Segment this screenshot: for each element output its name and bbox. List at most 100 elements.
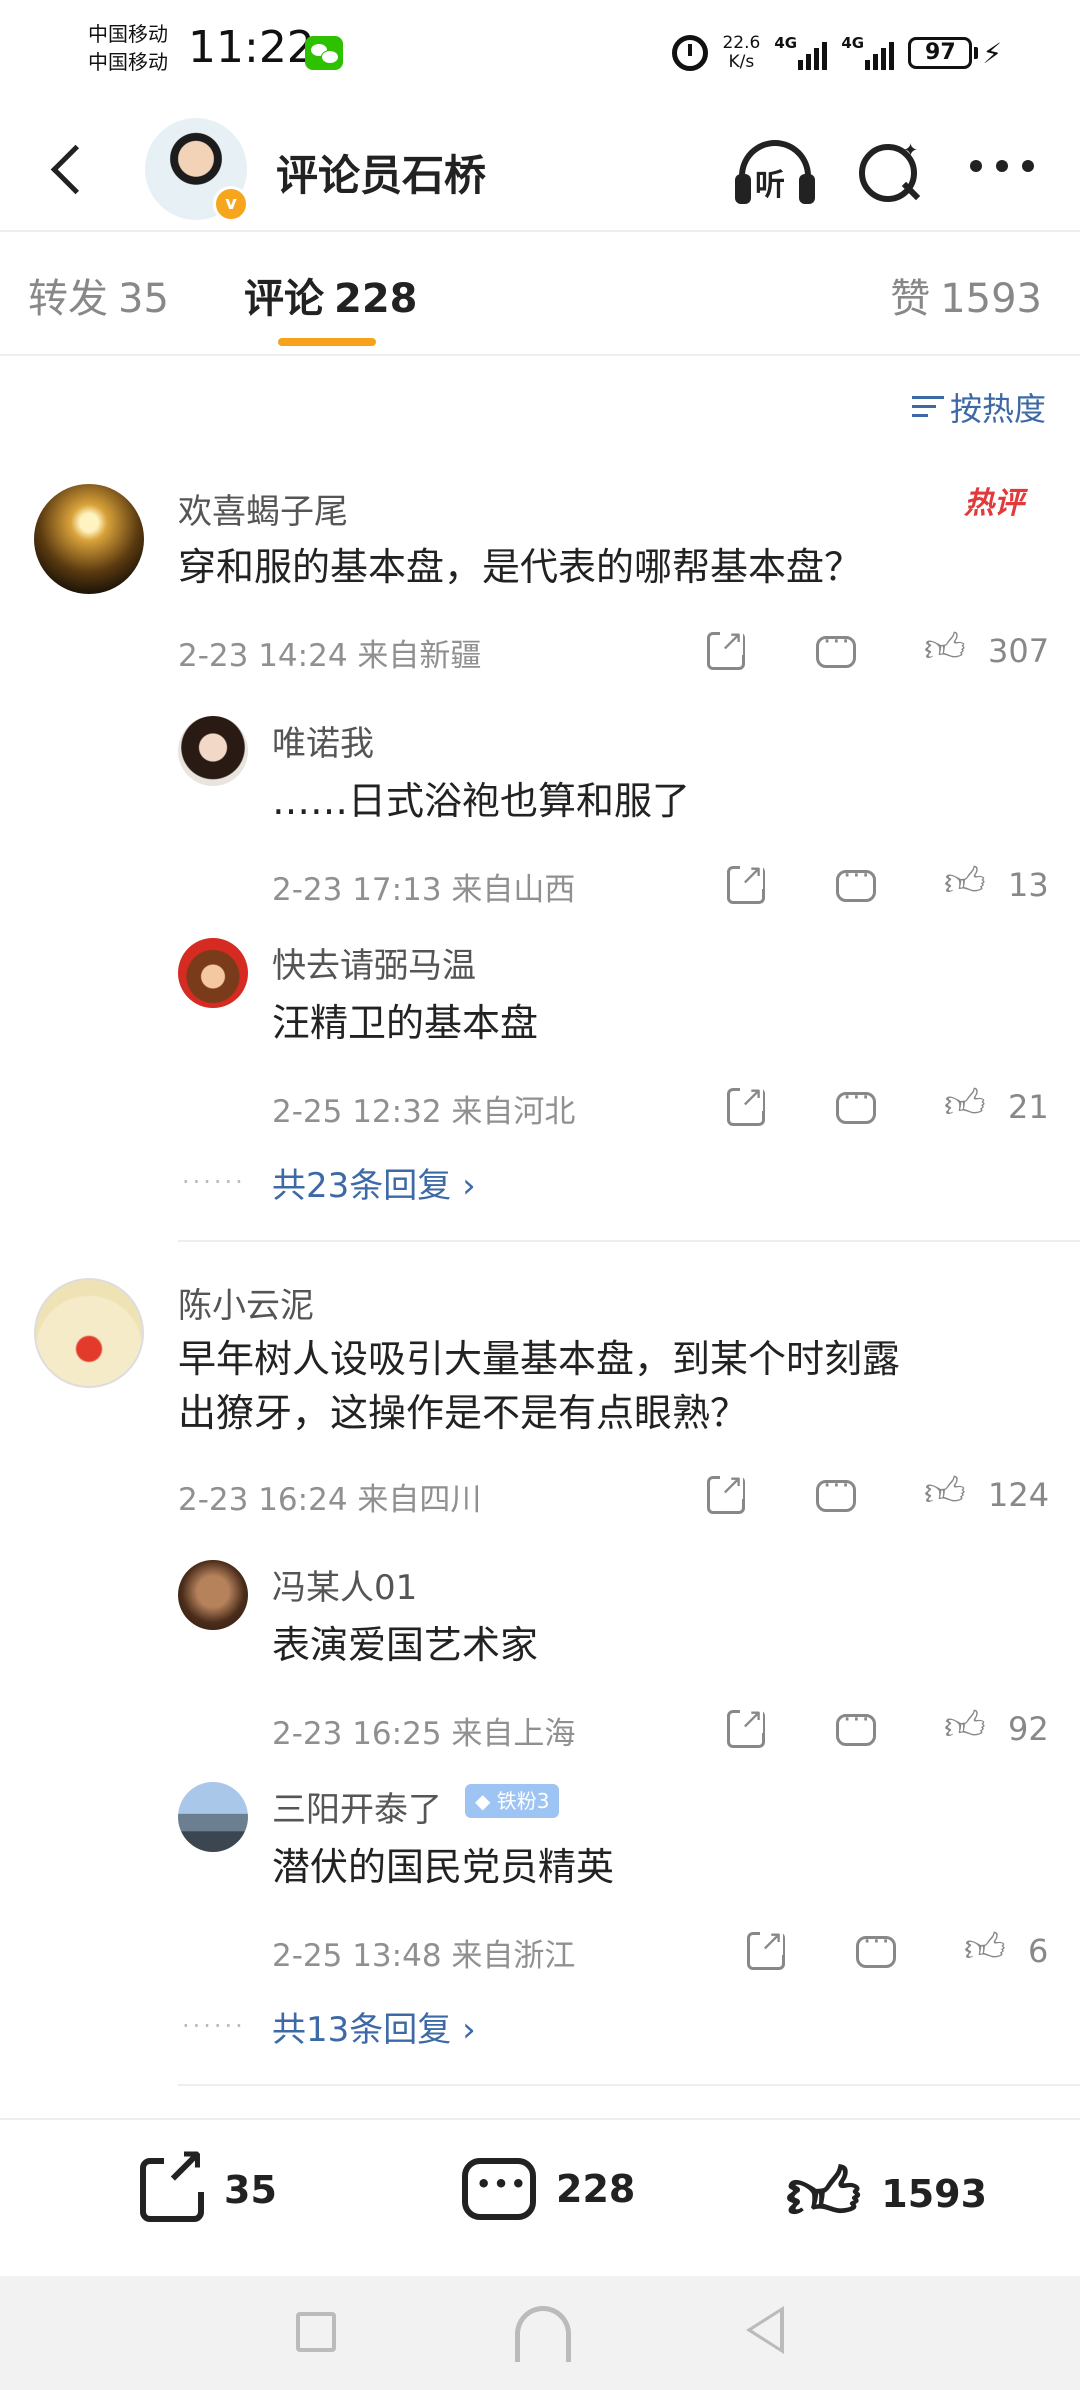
reply-meta: 2-25 12:32 来自河北 [272,1094,576,1130]
share-icon [140,2142,206,2222]
reply-username[interactable]: 唯诺我 [272,716,374,765]
reply-username[interactable]: 冯某人01 [272,1560,417,1609]
like-icon[interactable]: 👍︎ [944,858,986,906]
reply-text: ……日式浴袍也算和服了 [272,779,691,823]
more-replies-label: 共23条回复 [272,1166,452,1206]
fan-level-badge: ◆ 铁粉3 [465,1784,560,1818]
sort-label: 按热度 [949,390,1046,428]
tab-comments[interactable]: 评论 228 [244,266,418,324]
net-speed-value: 22.6 [722,33,761,53]
comment-meta: 2-23 14:24 来自新疆 [178,638,482,674]
tab-comments-count: 228 [334,276,418,322]
sort-icon [911,394,944,420]
reply-text: 潜伏的国民党员精英 [272,1845,615,1889]
like-count: 92 [1008,1710,1049,1748]
carrier-2: 中国移动 [88,50,168,74]
tab-repost-count: 35 [118,276,169,322]
more-options-icon[interactable] [970,160,1034,180]
more-replies-link[interactable]: 共23条回复 › [272,1158,476,1207]
tab-repost[interactable]: 转发 35 [28,266,169,324]
signal-1-label: 4G [774,34,798,52]
recent-apps-icon[interactable] [296,2312,336,2352]
back-button[interactable] [40,138,100,198]
reply-text: 汪精卫的基本盘 [272,1001,539,1045]
author-name[interactable]: 评论员石桥 [276,142,486,203]
top-header: v 评论员石桥 听 ✦ [0,110,1080,230]
like-icon[interactable]: 👍︎ [944,1080,986,1128]
comment-count: 228 [556,2167,636,2211]
like-icon[interactable]: 👍︎ [944,1702,986,1750]
like-count: 1593 [881,2172,988,2216]
battery-icon: 97 ⚡ [908,37,1002,70]
like-count: 124 [988,1476,1050,1514]
comment-text-line-1: 早年树人设吸引大量基本盘，到某个时刻露 [178,1337,901,1381]
wechat-notification-icon [305,36,343,70]
repost-button[interactable]: 35 [140,2142,277,2222]
comment-username[interactable]: 欢喜蝎子尾 [178,484,348,533]
share-icon[interactable] [747,1927,785,1970]
reply-username[interactable]: 快去请弼马温 [272,938,476,987]
search-icon[interactable]: ✦ [855,140,921,206]
reply-icon[interactable] [816,1471,856,1512]
reply-avatar[interactable] [178,1782,248,1852]
reply-icon[interactable] [856,1927,896,1968]
net-speed-unit: K/s [728,52,755,72]
like-icon[interactable]: 👍︎ [924,1468,966,1516]
status-time: 11:22 [188,22,315,73]
net-speed: 22.6 K/s [722,34,760,72]
thumbs-up-icon: 👍︎ [786,2152,862,2236]
signal-2-label: 4G [841,34,865,52]
sort-by-hot-button[interactable]: 按热度 [911,384,1046,430]
signal-icon-1: 4G [774,34,828,70]
tab-comments-label: 评论 [244,276,324,322]
reply-avatar[interactable] [178,716,248,786]
tab-likes[interactable]: 赞 1593 [890,266,1042,324]
more-replies-link[interactable]: 共13条回复 › [272,2002,476,2051]
reply-avatar[interactable] [178,1560,248,1630]
listen-button[interactable]: 听 [735,134,815,210]
like-count: 307 [988,632,1050,670]
more-replies-label: 共13条回复 [272,2010,452,2050]
reply-icon[interactable] [836,1083,876,1124]
carrier-1: 中国移动 [88,22,168,46]
reply-meta: 2-23 16:25 来自上海 [272,1716,576,1752]
reply-icon[interactable] [836,861,876,902]
comment-icon [462,2158,536,2220]
comment-username[interactable]: 陈小云泥 [178,1278,314,1327]
tab-bar: 转发 35 评论 228 赞 1593 [0,232,1080,352]
like-count: 6 [1028,1932,1049,1970]
bottom-action-bar: 35 228 👍︎ 1593 [0,2118,1080,2276]
like-icon[interactable]: 👍︎ [964,1924,1006,1972]
reply-username[interactable]: 三阳开泰了 [272,1782,442,1831]
system-navigation-bar [0,2276,1080,2390]
battery-level: 97 [908,37,973,69]
comment-button[interactable]: 228 [462,2158,635,2220]
home-icon[interactable] [515,2306,571,2362]
share-icon[interactable] [727,861,765,904]
author-avatar[interactable]: v [145,118,249,222]
like-button[interactable]: 👍︎ 1593 [786,2158,987,2230]
alarm-icon [672,35,709,71]
share-icon[interactable] [707,1471,745,1514]
share-icon[interactable] [707,627,745,670]
tab-repost-label: 转发 [28,276,108,322]
comment-avatar[interactable] [34,484,144,594]
repost-count: 35 [224,2168,277,2212]
carrier-labels: 中国移动 中国移动 [88,20,168,76]
reply-icon[interactable] [816,627,856,668]
comment-text: 穿和服的基本盘，是代表的哪帮基本盘？ [178,545,863,589]
like-count: 21 [1008,1088,1049,1126]
reply-text: 表演爱国艺术家 [272,1623,539,1667]
tab-likes-label: 赞 [890,276,931,322]
share-icon[interactable] [727,1083,765,1126]
like-count: 13 [1008,866,1049,904]
verified-badge-icon: v [213,186,249,222]
comment-meta: 2-23 16:24 来自四川 [178,1482,482,1518]
share-icon[interactable] [727,1705,765,1748]
dotted-divider: ······ [182,1168,246,1196]
reply-avatar[interactable] [178,938,248,1008]
comment-avatar[interactable] [34,1278,144,1388]
reply-icon[interactable] [836,1705,876,1746]
back-triangle-icon[interactable] [746,2306,784,2354]
like-icon[interactable]: 👍︎ [924,624,966,672]
